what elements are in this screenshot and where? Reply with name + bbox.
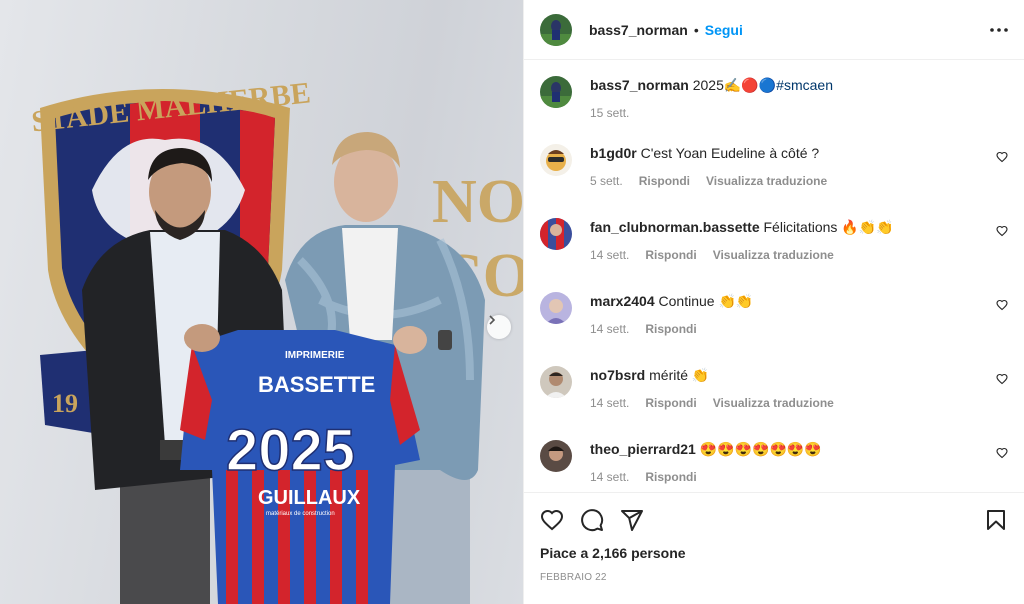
comment-time[interactable]: 14 sett. (590, 396, 629, 410)
comment-avatar[interactable] (540, 440, 572, 472)
comment-username[interactable]: fan_clubnorman.bassette (590, 219, 760, 235)
comment-time[interactable]: 14 sett. (590, 470, 629, 484)
avatar-image (540, 13, 572, 46)
share-button[interactable] (620, 508, 644, 532)
heart-icon (996, 225, 1008, 237)
caption-hashtag[interactable]: #smcaen (776, 77, 833, 93)
post-caption: bass7_norman 2025✍🔴🔵#smcaen 15 sett. (540, 76, 1008, 144)
jersey-number: 2025 (226, 418, 355, 483)
jersey-sponsor: GUILLAUX (258, 487, 361, 509)
reply-button[interactable]: Rispondi (645, 470, 696, 484)
reply-button[interactable]: Rispondi (645, 396, 696, 410)
comment-bubble-icon (581, 509, 604, 532)
heart-icon (996, 373, 1008, 385)
action-icons (540, 493, 1008, 547)
instagram-post-view: NO CO 19 STADE MALHERBE IMPRIMERIE BASSE… (0, 0, 1024, 604)
comment-time[interactable]: 5 sett. (590, 174, 623, 188)
presented-jersey: IMPRIMERIE BASSETTE 2025 GUILLAUX matéri… (180, 330, 420, 604)
chevron-right-icon (489, 315, 496, 325)
author-avatar[interactable] (540, 13, 572, 46)
crest-number: 19 (52, 389, 78, 418)
follow-button[interactable]: Segui (705, 22, 743, 38)
avatar-image (540, 76, 572, 108)
post-side-panel: bass7_norman • Segui bass7_norman 2025✍🔴… (523, 0, 1024, 604)
comment-avatar[interactable] (540, 292, 572, 324)
more-options-icon (990, 27, 1008, 32)
comment-item: fan_clubnorman.bassette Félicitations 🔥👏… (540, 218, 1008, 292)
backdrop-side-text-1: NO (432, 168, 523, 236)
avatar-image (540, 218, 572, 250)
author-username[interactable]: bass7_norman (589, 22, 688, 38)
avatar-image (540, 292, 572, 324)
avatar-image (540, 440, 572, 472)
comment-username[interactable]: no7bsrd (590, 367, 645, 383)
comment-username[interactable]: theo_pierrard21 (590, 441, 696, 457)
comment-text: Continue 👏👏 (658, 293, 754, 309)
jersey-sponsor-sub: matériaux de construction (266, 511, 335, 517)
like-button[interactable] (540, 508, 564, 532)
comment-time[interactable]: 14 sett. (590, 248, 629, 262)
jersey-name: BASSETTE (258, 372, 375, 397)
likes-count[interactable]: Piace a 2,166 persone (540, 545, 1008, 561)
comment-item: theo_pierrard21 😍😍😍😍😍😍😍 14 sett. Rispond… (540, 440, 1008, 492)
avatar-image (540, 144, 572, 176)
reply-button[interactable]: Rispondi (645, 322, 696, 336)
like-comment-button[interactable] (996, 372, 1008, 390)
more-options-button[interactable] (990, 27, 1008, 32)
translate-button[interactable]: Visualizza traduzione (713, 248, 834, 262)
comment-item: no7bsrd mérité 👏 14 sett. Rispondi Visua… (540, 366, 1008, 440)
heart-icon (540, 509, 564, 531)
reply-button[interactable]: Rispondi (645, 248, 696, 262)
paper-plane-icon (621, 510, 643, 531)
caption-username[interactable]: bass7_norman (590, 77, 689, 93)
comment-time[interactable]: 14 sett. (590, 322, 629, 336)
jersey-sponsor-top: IMPRIMERIE (285, 350, 345, 361)
post-date[interactable]: FEBBRAIO 22 (540, 572, 1008, 583)
like-comment-button[interactable] (996, 298, 1008, 316)
header-separator: • (693, 21, 699, 38)
heart-icon (996, 447, 1008, 459)
caption-time[interactable]: 15 sett. (590, 106, 629, 120)
bookmark-icon (987, 510, 1005, 530)
comment-avatar[interactable] (540, 366, 572, 398)
avatar-image (540, 366, 572, 398)
comment-item: b1gd0r C'est Yoan Eudeline à côté ? 5 se… (540, 144, 1008, 218)
comment-username[interactable]: marx2404 (590, 293, 655, 309)
translate-button[interactable]: Visualizza traduzione (706, 174, 827, 188)
comment-username[interactable]: b1gd0r (590, 145, 637, 161)
like-comment-button[interactable] (996, 224, 1008, 242)
comments-list[interactable]: bass7_norman 2025✍🔴🔵#smcaen 15 sett. b1g… (524, 60, 1024, 492)
translate-button[interactable]: Visualizza traduzione (713, 396, 834, 410)
like-comment-button[interactable] (996, 150, 1008, 168)
comment-button[interactable] (580, 508, 604, 532)
caption-text: 2025✍🔴🔵 (692, 77, 777, 93)
photo-illustration: NO CO 19 STADE MALHERBE IMPRIMERIE BASSE… (30, 76, 523, 604)
post-actions: Piace a 2,166 persone FEBBRAIO 22 (524, 492, 1024, 604)
heart-icon (996, 151, 1008, 163)
post-photo[interactable]: NO CO 19 STADE MALHERBE IMPRIMERIE BASSE… (0, 0, 523, 604)
like-comment-button[interactable] (996, 446, 1008, 464)
comment-avatar[interactable] (540, 218, 572, 250)
save-button[interactable] (984, 508, 1008, 532)
reply-button[interactable]: Rispondi (639, 174, 690, 188)
comment-avatar[interactable] (540, 144, 572, 176)
heart-icon (996, 299, 1008, 311)
comment-item: marx2404 Continue 👏👏 14 sett. Rispondi (540, 292, 1008, 366)
post-header: bass7_norman • Segui (524, 0, 1024, 60)
comment-text: 😍😍😍😍😍😍😍 (699, 441, 822, 457)
caption-avatar[interactable] (540, 76, 572, 108)
next-photo-button[interactable] (487, 315, 511, 339)
comment-text: mérité 👏 (649, 367, 710, 383)
comment-text: C'est Yoan Eudeline à côté ? (640, 145, 820, 161)
comment-text: Félicitations 🔥👏👏 (763, 219, 894, 235)
